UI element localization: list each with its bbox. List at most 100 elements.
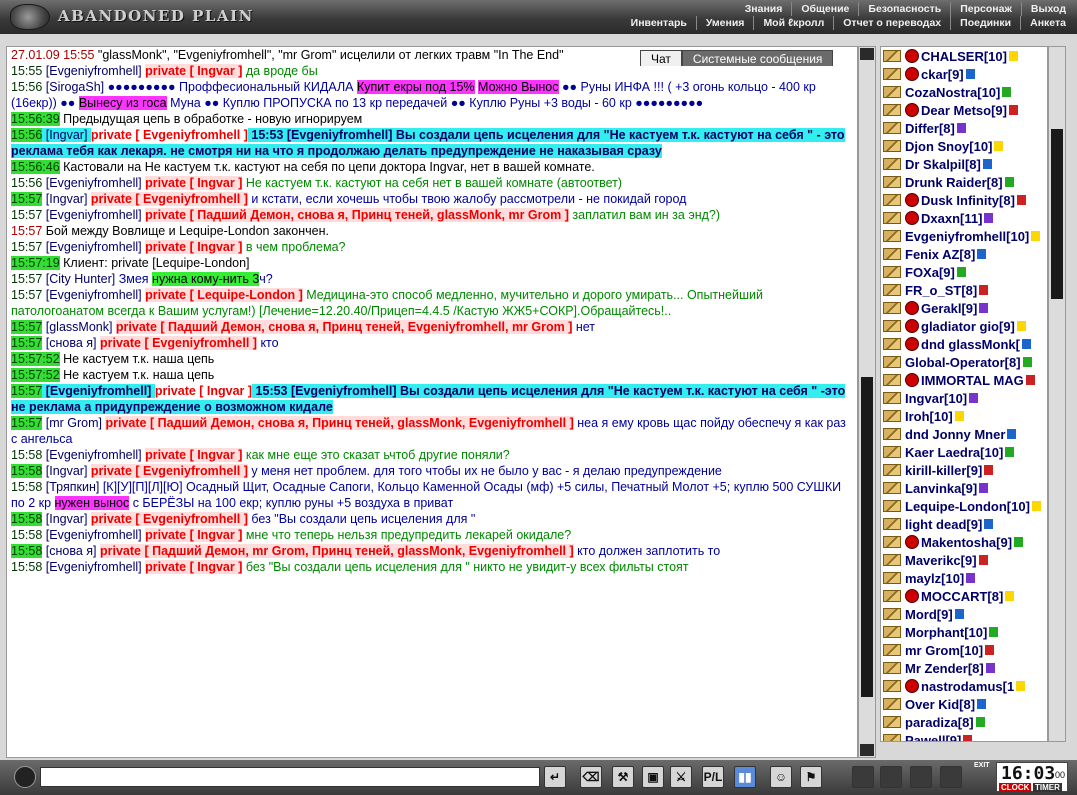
private-message-icon[interactable]	[883, 446, 901, 458]
user-name[interactable]: MOCCART[8]	[921, 589, 1003, 604]
user-list-item[interactable]: CozaNostra[10]	[881, 83, 1047, 101]
private-message-icon[interactable]	[883, 266, 901, 278]
private-recipients[interactable]: private [ Ingvar ]	[145, 176, 243, 190]
nav-bottom-item[interactable]: Умения	[695, 16, 754, 30]
user-name[interactable]: dnd Jonny Mner	[905, 427, 1005, 442]
user-info-icon[interactable]	[1004, 177, 1014, 187]
message-time[interactable]: 15:58	[11, 464, 43, 478]
user-list-item[interactable]: Pawell[9]	[881, 731, 1047, 742]
sender-nick[interactable]: [Ingvar]	[42, 464, 91, 478]
message-time[interactable]: 15:56:39	[11, 112, 60, 126]
user-list-item[interactable]: Global-Operator[8]	[881, 353, 1047, 371]
nav-top-item[interactable]: Общение	[791, 2, 858, 16]
user-list-item[interactable]: CHALSER[10]	[881, 47, 1047, 65]
private-recipients[interactable]: private [ Evgeniyfromhell ]	[90, 512, 248, 526]
user-info-icon[interactable]	[954, 411, 964, 421]
user-list-item[interactable]: IMMORTAL MAG	[881, 371, 1047, 389]
user-list-item[interactable]: Mord[9]	[881, 605, 1047, 623]
private-recipients[interactable]: private [ Ingvar ]	[145, 560, 243, 574]
sender-nick[interactable]: [Ingvar]	[42, 512, 91, 526]
user-list-item[interactable]: ckar[9]	[881, 65, 1047, 83]
private-message-icon[interactable]	[883, 590, 901, 602]
message-time[interactable]: 15:57	[11, 224, 42, 238]
user-name[interactable]: Over Kid[8]	[905, 697, 975, 712]
user-name[interactable]: Makentosha[9]	[921, 535, 1012, 550]
message-time[interactable]: 27.01.09 15:55	[11, 48, 94, 62]
user-name[interactable]: dnd glassMonk[	[921, 337, 1020, 352]
bag-icon[interactable]	[852, 766, 874, 788]
message-time[interactable]: 15:57	[11, 320, 43, 334]
user-list-item[interactable]: Iroh[10]	[881, 407, 1047, 425]
user-list-item[interactable]: Over Kid[8]	[881, 695, 1047, 713]
private-message-icon[interactable]	[883, 482, 901, 494]
user-list-item[interactable]: paradiza[8]	[881, 713, 1047, 731]
user-name[interactable]: Lanvinka[9]	[905, 481, 977, 496]
toolbar-button[interactable]: ⚔	[670, 766, 692, 788]
user-name[interactable]: Pawell[9]	[905, 733, 961, 742]
scroll-thumb[interactable]	[861, 377, 873, 697]
private-recipients[interactable]: private [ Ingvar ]	[145, 64, 243, 78]
private-recipients[interactable]: private [ Lequipe-London ]	[145, 288, 303, 302]
user-list-item[interactable]: gladiator gio[9]	[881, 317, 1047, 335]
user-name[interactable]: IMMORTAL MAG	[921, 373, 1024, 388]
user-info-icon[interactable]	[954, 609, 964, 619]
private-recipients[interactable]: private [ Evgeniyfromhell ]	[99, 336, 257, 350]
chat-log[interactable]: 27.01.09 15:55 "glassMonk", "Evgeniyfrom…	[6, 46, 858, 758]
user-info-icon[interactable]	[985, 645, 995, 655]
user-name[interactable]: Djon Snoy[10]	[905, 139, 992, 154]
private-recipients[interactable]: private [ Ingvar ]	[155, 384, 252, 398]
message-time[interactable]: 15:57	[11, 384, 43, 398]
sender-nick[interactable]: [Evgeniyfromhell]	[42, 560, 145, 574]
user-list-item[interactable]: Gerakl[9]	[881, 299, 1047, 317]
private-message-icon[interactable]	[883, 392, 901, 404]
toolbar-button[interactable]: ⌫	[580, 766, 602, 788]
exit-label[interactable]: EXIT	[974, 762, 990, 769]
toolbar-button[interactable]: ↵	[544, 766, 566, 788]
user-name[interactable]: ckar[9]	[921, 67, 964, 82]
message-time[interactable]: 15:57	[11, 192, 43, 206]
toolbar-button[interactable]: ⚑	[800, 766, 822, 788]
user-name[interactable]: light dead[9]	[905, 517, 982, 532]
toolbar-button[interactable]: P/L	[702, 766, 724, 788]
sender-nick[interactable]: [Evgeniyfromhell]	[42, 448, 145, 462]
user-info-icon[interactable]	[1014, 537, 1024, 547]
nav-bottom-item[interactable]: Анкета	[1020, 16, 1075, 30]
private-message-icon[interactable]	[883, 374, 901, 386]
sender-nick[interactable]: [Evgeniyfromhell]	[42, 64, 145, 78]
user-info-icon[interactable]	[1021, 339, 1031, 349]
user-info-icon[interactable]	[1007, 429, 1017, 439]
user-name[interactable]: Drunk Raider[8]	[905, 175, 1003, 190]
message-time[interactable]: 15:57	[11, 288, 42, 302]
user-list-item[interactable]: dnd glassMonk[	[881, 335, 1047, 353]
sound-icon[interactable]	[14, 766, 36, 788]
user-info-icon[interactable]	[956, 123, 966, 133]
user-info-icon[interactable]	[989, 627, 999, 637]
user-list-item[interactable]: Morphant[10]	[881, 623, 1047, 641]
private-recipients[interactable]: private [ Падший Демон, снова я, Принц т…	[145, 208, 569, 222]
user-list-item[interactable]: Drunk Raider[8]	[881, 173, 1047, 191]
sender-nick[interactable]: [Evgeniyfromhell]	[42, 208, 145, 222]
user-info-icon[interactable]	[1016, 321, 1026, 331]
user-list-item[interactable]: FR_o_ST[8]	[881, 281, 1047, 299]
toolbar-button[interactable]: ⚒	[612, 766, 634, 788]
sender-nick[interactable]: [Evgeniyfromhell]	[42, 384, 155, 398]
user-info-icon[interactable]	[1031, 231, 1041, 241]
private-recipients[interactable]: private [ Ingvar ]	[145, 240, 243, 254]
user-info-icon[interactable]	[984, 465, 994, 475]
message-time[interactable]: 15:57	[11, 208, 42, 222]
private-message-icon[interactable]	[883, 194, 901, 206]
sender-nick[interactable]: [Тряпкин]	[42, 480, 103, 494]
private-message-icon[interactable]	[883, 50, 901, 62]
user-list-item[interactable]: Lequipe-London[10]	[881, 497, 1047, 515]
user-info-icon[interactable]	[1008, 105, 1018, 115]
user-list-item[interactable]: light dead[9]	[881, 515, 1047, 533]
sender-nick[interactable]: [Ingvar]	[42, 128, 91, 142]
user-list-item[interactable]: Ingvar[10]	[881, 389, 1047, 407]
user-list-item[interactable]: Differ[8]	[881, 119, 1047, 137]
user-name[interactable]: Evgeniyfromhell[10]	[905, 229, 1029, 244]
user-list-item[interactable]: Djon Snoy[10]	[881, 137, 1047, 155]
private-message-icon[interactable]	[883, 212, 901, 224]
message-time[interactable]: 15:58	[11, 544, 43, 558]
user-info-icon[interactable]	[1005, 591, 1015, 601]
sender-nick[interactable]: [mr Grom]	[42, 416, 105, 430]
